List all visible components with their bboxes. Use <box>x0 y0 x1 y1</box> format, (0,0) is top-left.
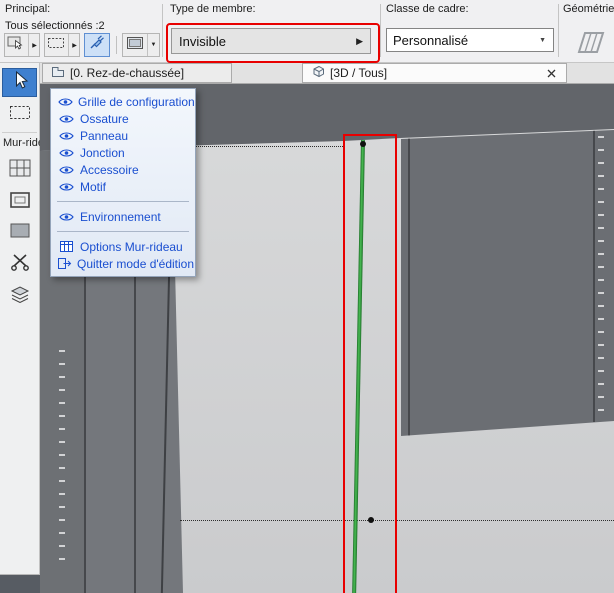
view-tab-bar: [0. Rez-de-chaussée] [3D / Tous] <box>40 62 614 84</box>
menu-item-label: Ossature <box>80 111 129 126</box>
grid-icon <box>9 159 31 182</box>
menu-separator <box>57 231 189 232</box>
menu-item-label: Grille de configuration <box>78 94 195 109</box>
red-highlight-member <box>343 134 397 593</box>
marquee-icon <box>47 36 65 55</box>
marquee-settings-button[interactable]: ▶ <box>44 33 80 57</box>
eye-icon <box>58 131 75 141</box>
table-icon <box>58 241 75 252</box>
cursor-arrow-icon <box>11 70 29 95</box>
selected-curtain-wall-member[interactable] <box>352 140 365 593</box>
panel-icon <box>10 223 30 243</box>
dropdown-arrow-icon: ▼ <box>146 34 156 56</box>
member-handle-bottom[interactable] <box>368 517 374 523</box>
member-type-value: Invisible <box>179 33 226 49</box>
menu-item-configuration-grid[interactable]: Grille de configuration <box>51 93 195 110</box>
view-options-button[interactable]: ▼ <box>122 33 160 57</box>
menu-item-label: Environnement <box>80 209 161 224</box>
floor-plan-icon <box>51 66 65 81</box>
dropdown-arrow-icon: ▼ <box>539 36 546 44</box>
tab-floor-plan-label: [0. Rez-de-chaussée] <box>70 66 185 80</box>
menu-item-quitter-mode-edition[interactable]: Quitter mode d'édition <box>51 255 195 272</box>
top-toolbar: Principal: Tous sélectionnés :2 ▶ ▶ ▼ Ty… <box>0 0 614 63</box>
frame-tool[interactable] <box>2 188 37 217</box>
toolbar-separator <box>380 4 381 57</box>
geometry-section-label: Géométrie d <box>563 3 614 15</box>
frame-class-value: Personnalisé <box>393 32 469 48</box>
menu-item-label: Jonction <box>80 145 125 160</box>
viewport-under-palette <box>0 575 40 593</box>
toolbar-mini-separator <box>116 36 117 54</box>
screen-icon <box>126 36 144 55</box>
panel-tool[interactable] <box>2 218 37 247</box>
eye-icon <box>58 182 75 192</box>
tab-3d-view[interactable]: [3D / Tous] <box>302 63 567 83</box>
toolbar-separator <box>162 4 163 57</box>
selection-status: Tous sélectionnés :2 <box>5 20 105 32</box>
marquee-icon <box>9 105 31 125</box>
exit-icon <box>58 258 72 269</box>
eye-icon <box>58 165 75 175</box>
menu-item-label: Motif <box>80 179 107 194</box>
menu-item-ossature[interactable]: Ossature <box>51 110 195 127</box>
tab-floor-plan[interactable]: [0. Rez-de-chaussée] <box>42 63 232 83</box>
grid-tick-marks <box>598 136 604 420</box>
eye-icon <box>58 114 75 124</box>
toolbox-title: Mur-ride <box>3 137 40 149</box>
menu-item-panneau[interactable]: Panneau <box>51 127 195 144</box>
menu-item-environnement[interactable]: Environnement <box>51 208 195 225</box>
mullion-line <box>593 130 595 422</box>
scissors-icon <box>10 253 30 276</box>
layers-icon <box>10 285 30 308</box>
frame-icon <box>9 192 30 213</box>
toolbox-divider <box>2 132 37 133</box>
menu-separator <box>57 201 189 202</box>
accessory-tool[interactable] <box>2 282 37 311</box>
cube-3d-icon <box>311 65 325 81</box>
marquee-tool[interactable] <box>2 100 37 129</box>
mullion-line <box>408 138 410 436</box>
menu-item-label: Quitter mode d'édition <box>77 256 195 271</box>
frame-class-label: Classe de cadre: <box>386 3 469 15</box>
menu-item-label: Panneau <box>80 128 129 143</box>
toolbar-separator <box>558 4 559 57</box>
eye-icon <box>58 97 73 107</box>
flyout-arrow-icon: ▶ <box>68 34 77 56</box>
curtain-wall-edit-menu: Grille de configuration Ossature Panneau… <box>50 88 196 277</box>
syringe-icon <box>88 34 106 56</box>
menu-item-motif[interactable]: Motif <box>51 178 195 195</box>
close-tab-icon[interactable] <box>545 67 558 80</box>
frame-class-combobox[interactable]: Personnalisé ▼ <box>386 28 554 52</box>
reference-dotted-line-upper <box>172 146 343 147</box>
pet-palette-icon <box>7 35 25 55</box>
grid-tick-marks <box>59 350 65 562</box>
menu-item-label: Options Mur-rideau <box>80 239 183 254</box>
scheme-grid-tool[interactable] <box>2 156 37 185</box>
arrow-select-tool[interactable] <box>2 68 37 97</box>
member-type-dropdown[interactable]: Invisible ▶ <box>171 28 371 54</box>
flyout-arrow-icon: ▶ <box>28 34 37 56</box>
member-type-label: Type de membre: <box>170 3 256 15</box>
select-settings-button[interactable]: ▶ <box>4 33 40 57</box>
menu-item-accessoire[interactable]: Accessoire <box>51 161 195 178</box>
archicad-curtain-wall-edit-window: Principal: Tous sélectionnés :2 ▶ ▶ ▼ Ty… <box>0 0 614 593</box>
junction-tool[interactable] <box>2 250 37 279</box>
geometry-method-button[interactable] <box>571 27 607 62</box>
menu-item-label: Accessoire <box>80 162 139 177</box>
toolbox-palette: Mur-ride <box>0 62 40 575</box>
eye-icon <box>58 212 75 222</box>
pickup-parameters-button[interactable] <box>84 33 110 57</box>
curtain-wall-geometry-icon <box>571 32 607 61</box>
tab-3d-view-label: [3D / Tous] <box>330 66 388 80</box>
eye-icon <box>58 148 75 158</box>
menu-item-options-mur-rideau[interactable]: Options Mur-rideau <box>51 238 195 255</box>
menu-item-jonction[interactable]: Jonction <box>51 144 195 161</box>
reference-dotted-line-lower <box>180 520 614 521</box>
principal-section-label: Principal: <box>5 3 51 15</box>
flyout-arrow-icon: ▶ <box>356 35 363 46</box>
member-handle-top[interactable] <box>360 141 366 147</box>
